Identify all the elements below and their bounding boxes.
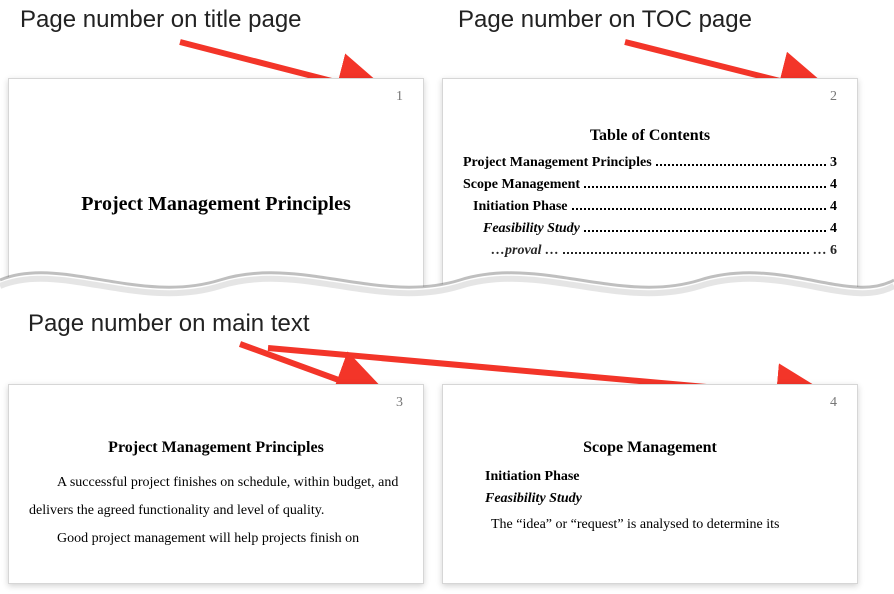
toc-leader-dots <box>584 230 826 232</box>
chapter-heading: Scope Management <box>463 439 837 457</box>
toc-entry-label: …proval … <box>491 243 559 259</box>
toc-entry: Initiation Phase 4 <box>463 199 837 215</box>
page-toc: 2 Table of Contents Project Management P… <box>442 78 858 298</box>
toc-entry-page: 3 <box>830 155 837 171</box>
toc-entry-page: 4 <box>830 221 837 237</box>
toc-leader-dots <box>572 208 826 210</box>
page-title: 1 Project Management Principles <box>8 78 424 298</box>
page-number: 1 <box>396 89 403 105</box>
toc-entry-page: … 6 <box>813 243 838 259</box>
toc-leader-dots <box>584 186 826 188</box>
annotation-title-page: Page number on title page <box>20 6 302 34</box>
subheading-level-1: Initiation Phase <box>463 469 837 485</box>
chapter-heading: Project Management Principles <box>29 439 403 457</box>
chapter-paragraph: A successful project finishes on schedul… <box>29 469 403 525</box>
toc-entry-page: 4 <box>830 177 837 193</box>
document-title: Project Management Principles <box>29 193 403 216</box>
toc-list: Project Management Principles 3 Scope Mana… <box>463 155 837 259</box>
toc-entry: Scope Management 4 <box>463 177 837 193</box>
annotation-main-text: Page number on main text <box>28 310 310 338</box>
page-number: 2 <box>830 89 837 105</box>
subheading-level-2: Feasibility Study <box>463 491 837 507</box>
toc-entry-label: Feasibility Study <box>483 221 580 237</box>
toc-entry-label: Project Management Principles <box>463 155 652 171</box>
toc-entry: Project Management Principles 3 <box>463 155 837 171</box>
page-scope: 4 Scope Management Initiation Phase Feas… <box>442 384 858 584</box>
annotation-toc-page: Page number on TOC page <box>458 6 752 34</box>
toc-leader-dots <box>563 252 808 254</box>
toc-entry-label: Scope Management <box>463 177 580 193</box>
toc-entry-page: 4 <box>830 199 837 215</box>
chapter-paragraph: The “idea” or “request” is analysed to d… <box>463 511 837 539</box>
page-chapter: 3 Project Management Principles A succes… <box>8 384 424 584</box>
toc-entry: …proval … … 6 <box>463 243 837 259</box>
chapter-paragraph: Good project management will help projec… <box>29 525 403 553</box>
toc-entry-label: Initiation Phase <box>473 199 568 215</box>
page-number: 3 <box>396 395 403 411</box>
page-number: 4 <box>830 395 837 411</box>
toc-entry: Feasibility Study 4 <box>463 221 837 237</box>
toc-heading: Table of Contents <box>463 127 837 145</box>
toc-leader-dots <box>656 164 826 166</box>
